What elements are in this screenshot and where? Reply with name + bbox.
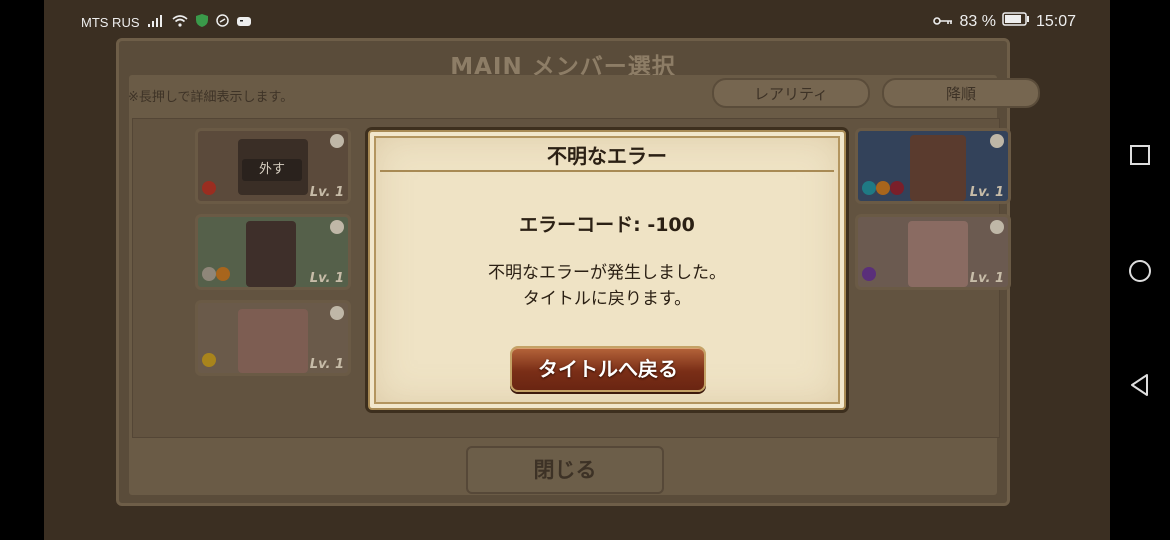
battery-percent: 83 % bbox=[959, 12, 996, 30]
clock: 15:07 bbox=[1035, 12, 1076, 30]
home-button[interactable] bbox=[1127, 258, 1153, 284]
dialog-divider bbox=[380, 170, 834, 172]
element-icon bbox=[202, 267, 216, 281]
card-level: Lv. 1 bbox=[309, 357, 344, 372]
card-level: Lv. 1 bbox=[969, 271, 1004, 286]
member-card[interactable]: Lv. 1 bbox=[855, 128, 1011, 204]
battery-icon bbox=[1002, 12, 1030, 31]
element-icon bbox=[216, 267, 230, 281]
dialog-title: 不明なエラー bbox=[547, 144, 667, 168]
card-level: Lv. 1 bbox=[309, 271, 344, 286]
magnify-icon bbox=[990, 134, 1004, 148]
key-icon bbox=[933, 13, 953, 31]
game-controller-icon bbox=[236, 15, 251, 30]
element-icon bbox=[876, 181, 890, 195]
member-card[interactable]: Lv. 1 bbox=[855, 214, 1011, 290]
error-message: 不明なエラーが発生しました。 タイトルに戻ります。 bbox=[370, 260, 844, 312]
long-press-hint: ※長押しで詳細表示します。 bbox=[128, 90, 294, 105]
sync-icon bbox=[215, 14, 229, 30]
magnify-icon bbox=[330, 134, 344, 148]
recent-apps-button[interactable] bbox=[1127, 142, 1153, 168]
edit-icon bbox=[330, 306, 344, 320]
error-dialog: 不明なエラー エラーコード: -100 不明なエラーが発生しました。 タイトルに… bbox=[368, 130, 846, 410]
element-icon bbox=[862, 267, 876, 281]
circle-icon bbox=[1129, 260, 1151, 282]
status-right: 83 % 15:07 bbox=[933, 12, 1076, 31]
wifi-icon bbox=[171, 14, 188, 30]
member-card[interactable]: Lv. 1 bbox=[195, 300, 351, 376]
element-icon bbox=[202, 181, 216, 195]
edit-icon bbox=[990, 220, 1004, 234]
status-left: MTS RUS bbox=[81, 14, 251, 30]
status-bar: MTS RUS 83 % 15:07 bbox=[44, 0, 1110, 44]
back-button[interactable] bbox=[1127, 372, 1153, 398]
signal-icon bbox=[147, 14, 164, 30]
member-card[interactable]: 外す Lv. 1 bbox=[195, 128, 351, 204]
card-portrait bbox=[910, 135, 966, 201]
triangle-back-icon bbox=[1131, 374, 1148, 396]
error-message-line2: タイトルに戻ります。 bbox=[522, 289, 692, 309]
magnify-icon bbox=[330, 220, 344, 234]
shield-icon bbox=[195, 14, 208, 30]
left-black-bar bbox=[0, 0, 44, 540]
error-code: エラーコード: -100 bbox=[519, 214, 695, 236]
element-icon bbox=[890, 181, 904, 195]
sort-order-button[interactable]: 降順 bbox=[882, 78, 1040, 108]
sort-rarity-button[interactable]: レアリティ bbox=[712, 78, 870, 108]
remove-label: 外す bbox=[242, 159, 302, 181]
card-level: Lv. 1 bbox=[309, 185, 344, 200]
member-card[interactable]: Lv. 1 bbox=[195, 214, 351, 290]
close-button[interactable]: 閉じる bbox=[466, 446, 664, 494]
carrier-name: MTS RUS bbox=[81, 14, 140, 30]
card-level: Lv. 1 bbox=[969, 185, 1004, 200]
element-icon bbox=[202, 353, 216, 367]
return-to-title-button[interactable]: タイトルへ戻る bbox=[510, 346, 706, 392]
element-icon bbox=[862, 181, 876, 195]
square-icon bbox=[1130, 145, 1150, 165]
card-portrait bbox=[908, 221, 968, 287]
card-portrait bbox=[246, 221, 296, 287]
card-portrait bbox=[238, 309, 308, 373]
error-message-line1: 不明なエラーが発生しました。 bbox=[488, 263, 726, 283]
